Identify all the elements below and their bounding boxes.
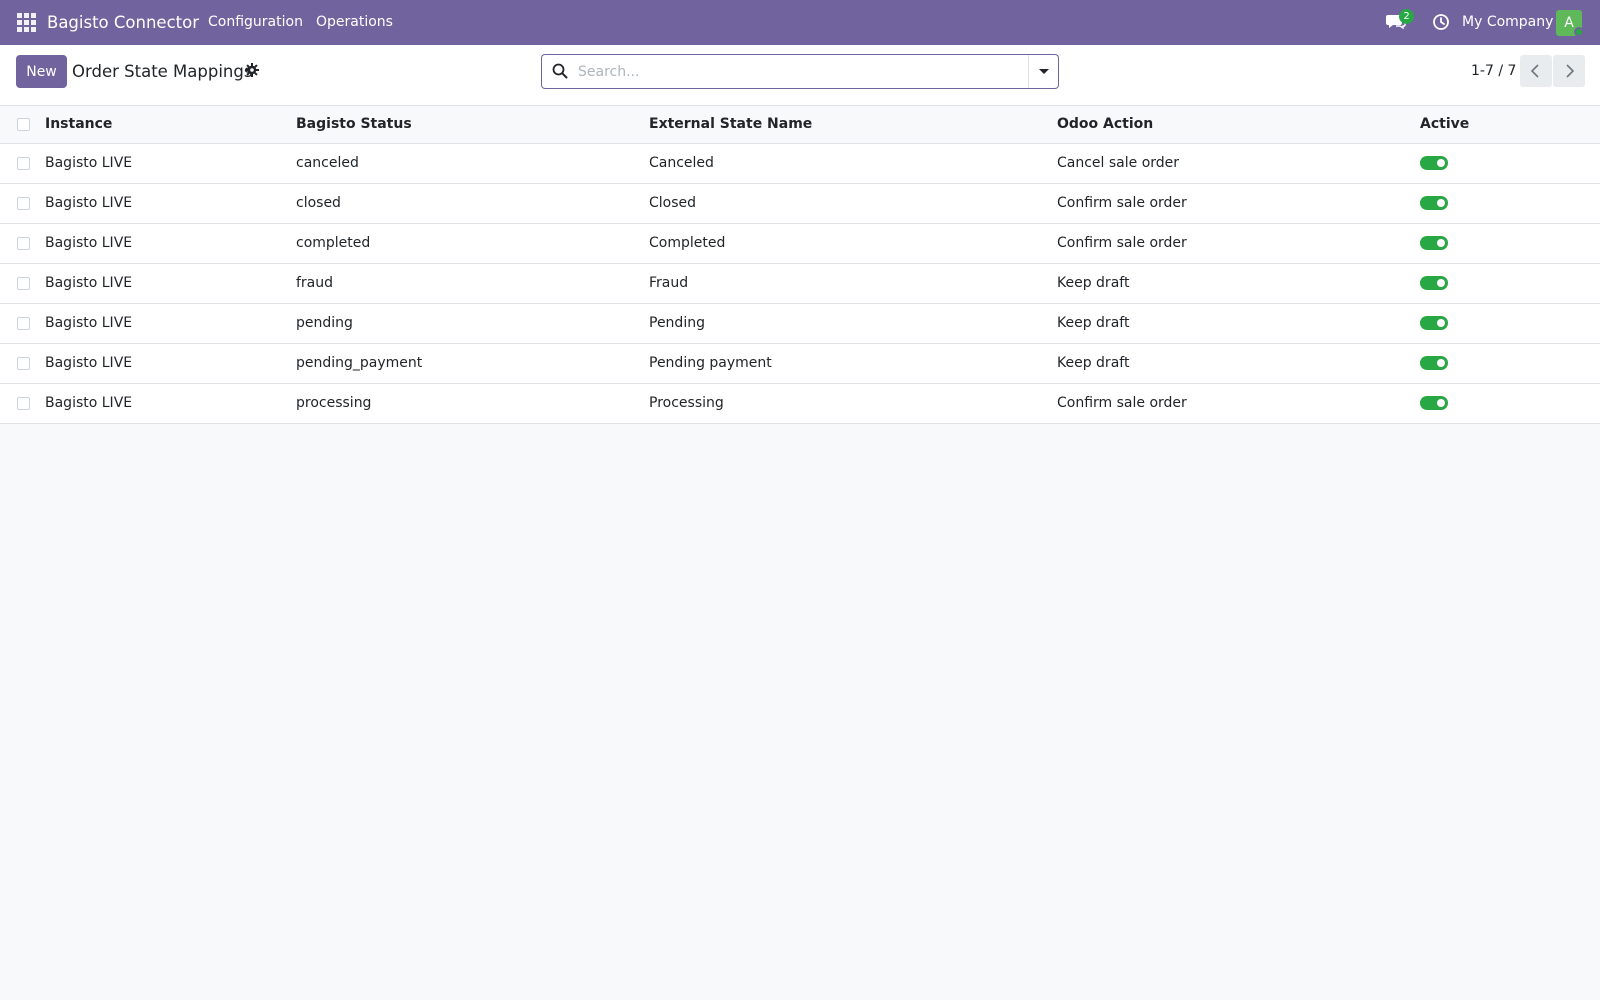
- apps-grid-icon[interactable]: [17, 13, 36, 32]
- presence-indicator: [1574, 27, 1584, 37]
- cell-odoo-action: Keep draft: [1057, 275, 1130, 291]
- active-toggle[interactable]: [1420, 316, 1448, 330]
- cell-odoo-action: Confirm sale order: [1057, 235, 1187, 251]
- row-checkbox[interactable]: [17, 356, 30, 370]
- table-row[interactable]: Bagisto LIVE completed Completed Confirm…: [0, 223, 1600, 263]
- cell-bagisto-status: fraud: [296, 275, 334, 291]
- active-toggle[interactable]: [1420, 156, 1448, 170]
- cell-external-state-name: Completed: [649, 235, 726, 251]
- cell-external-state-name: Closed: [649, 195, 697, 211]
- pager-previous-button[interactable]: [1520, 55, 1552, 87]
- table-header-row: Instance Bagisto Status External State N…: [0, 106, 1600, 143]
- chevron-left-icon: [1530, 64, 1539, 78]
- search-icon: [552, 63, 569, 80]
- cell-external-state-name: Fraud: [649, 275, 689, 291]
- top-navbar: Bagisto Connector Configuration Operatio…: [0, 0, 1600, 45]
- cell-instance: Bagisto LIVE: [45, 315, 133, 331]
- row-checkbox[interactable]: [17, 156, 30, 170]
- gear-icon[interactable]: [245, 63, 260, 78]
- cell-instance: Bagisto LIVE: [45, 155, 133, 171]
- clock-icon[interactable]: [1432, 13, 1451, 32]
- column-header-active[interactable]: Active: [1420, 106, 1600, 143]
- cell-instance: Bagisto LIVE: [45, 195, 133, 211]
- page-title: Order State Mappings: [72, 62, 253, 81]
- menu-configuration[interactable]: Configuration: [208, 0, 303, 45]
- row-checkbox[interactable]: [17, 236, 30, 250]
- table-row[interactable]: Bagisto LIVE fraud Fraud Keep draft: [0, 263, 1600, 303]
- cell-odoo-action: Keep draft: [1057, 355, 1130, 371]
- table-row[interactable]: Bagisto LIVE closed Closed Confirm sale …: [0, 183, 1600, 223]
- row-checkbox[interactable]: [17, 196, 30, 210]
- cell-odoo-action: Confirm sale order: [1057, 395, 1187, 411]
- pager-value[interactable]: 1-7 / 7: [1471, 55, 1516, 88]
- cell-odoo-action: Confirm sale order: [1057, 195, 1187, 211]
- cell-bagisto-status: pending: [296, 315, 353, 331]
- table-row[interactable]: Bagisto LIVE processing Processing Confi…: [0, 383, 1600, 423]
- active-toggle[interactable]: [1420, 396, 1448, 410]
- chat-count-badge: 2: [1399, 9, 1414, 24]
- table-row[interactable]: Bagisto LIVE canceled Canceled Cancel sa…: [0, 143, 1600, 183]
- active-toggle[interactable]: [1420, 196, 1448, 210]
- cell-instance: Bagisto LIVE: [45, 395, 133, 411]
- cell-external-state-name: Pending: [649, 315, 705, 331]
- row-checkbox[interactable]: [17, 276, 30, 290]
- order-state-mappings-table: Instance Bagisto Status External State N…: [0, 106, 1600, 424]
- select-all-cell: [0, 106, 45, 143]
- select-all-checkbox[interactable]: [17, 117, 30, 131]
- search-bar: [541, 54, 1059, 89]
- column-header-odoo-action[interactable]: Odoo Action: [1057, 106, 1420, 143]
- row-checkbox[interactable]: [17, 316, 30, 330]
- app-brand[interactable]: Bagisto Connector: [47, 0, 199, 45]
- cell-odoo-action: Keep draft: [1057, 315, 1130, 331]
- search-input[interactable]: [578, 57, 1008, 86]
- table-row[interactable]: Bagisto LIVE pending Pending Keep draft: [0, 303, 1600, 343]
- column-header-instance[interactable]: Instance: [45, 106, 296, 143]
- active-toggle[interactable]: [1420, 236, 1448, 250]
- chevron-right-icon: [1566, 64, 1575, 78]
- cell-bagisto-status: processing: [296, 395, 372, 411]
- cell-bagisto-status: closed: [296, 195, 341, 211]
- table-row[interactable]: Bagisto LIVE pending_payment Pending pay…: [0, 343, 1600, 383]
- cell-bagisto-status: pending_payment: [296, 355, 423, 371]
- company-switcher[interactable]: My Company: [1462, 0, 1553, 45]
- column-header-external-state-name[interactable]: External State Name: [649, 106, 1057, 143]
- cell-bagisto-status: completed: [296, 235, 371, 251]
- row-checkbox[interactable]: [17, 396, 30, 410]
- search-options-toggle[interactable]: [1028, 55, 1058, 88]
- active-toggle[interactable]: [1420, 276, 1448, 290]
- cell-external-state-name: Processing: [649, 395, 724, 411]
- cell-instance: Bagisto LIVE: [45, 275, 133, 291]
- cell-external-state-name: Pending payment: [649, 355, 772, 371]
- cell-external-state-name: Canceled: [649, 155, 714, 171]
- menu-operations[interactable]: Operations: [316, 0, 393, 45]
- column-header-bagisto-status[interactable]: Bagisto Status: [296, 106, 649, 143]
- active-toggle[interactable]: [1420, 356, 1448, 370]
- caret-down-icon: [1039, 69, 1049, 74]
- pager-next-button[interactable]: [1553, 55, 1585, 87]
- cell-odoo-action: Cancel sale order: [1057, 155, 1180, 171]
- new-button[interactable]: New: [16, 55, 67, 88]
- cell-instance: Bagisto LIVE: [45, 355, 133, 371]
- control-panel: New Order State Mappings Search... 1-7 /…: [0, 45, 1600, 106]
- cell-bagisto-status: canceled: [296, 155, 359, 171]
- cell-instance: Bagisto LIVE: [45, 235, 133, 251]
